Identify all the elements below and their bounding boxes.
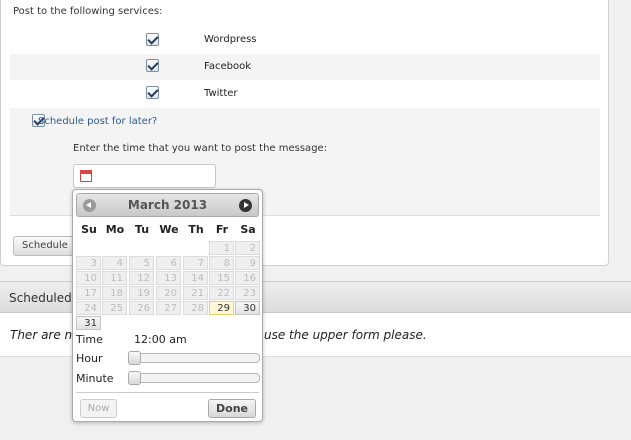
calendar-day: 5	[129, 256, 154, 270]
calendar-day: 12	[129, 271, 154, 285]
service-row-facebook: Facebook	[10, 54, 600, 80]
calendar-day: 17	[76, 286, 101, 300]
calendar-day: 9	[235, 256, 260, 270]
scheduled-heading: Scheduled	[9, 291, 72, 305]
calendar-day: 1	[209, 241, 234, 255]
calendar-day: 2	[235, 241, 260, 255]
weekday-header: Su	[81, 223, 97, 236]
month-title: March 2013	[127, 198, 208, 212]
facebook-checkbox[interactable]	[146, 59, 159, 72]
facebook-label: Facebook	[204, 61, 251, 72]
calendar-day: 26	[129, 301, 154, 315]
schedule-later-label[interactable]: Schedule post for later?	[38, 116, 157, 127]
calendar-day[interactable]: 31	[76, 316, 101, 330]
hour-slider[interactable]	[128, 351, 260, 365]
calendar-day: 25	[102, 301, 127, 315]
weekday-header: Th	[188, 223, 204, 236]
done-button[interactable]: Done	[208, 399, 256, 418]
calendar-day: 10	[76, 271, 101, 285]
weekday-header: Fr	[215, 223, 229, 236]
calendar-day: 22	[209, 286, 234, 300]
service-row-twitter: Twitter	[10, 81, 600, 107]
hour-label: Hour	[76, 352, 103, 365]
calendar-day: 19	[129, 286, 154, 300]
calendar-day: 4	[102, 256, 127, 270]
empty-message-end: use the upper form please.	[264, 328, 427, 342]
minute-label: Minute	[76, 372, 114, 385]
service-row-wordpress: Wordpress	[10, 27, 600, 53]
calendar-day: 20	[156, 286, 181, 300]
calendar-day: 13	[156, 271, 181, 285]
calendar-day: 14	[183, 271, 208, 285]
calendar-day: 18	[102, 286, 127, 300]
calendar-day: 23	[235, 286, 260, 300]
calendar-day: 21	[183, 286, 208, 300]
wordpress-label: Wordpress	[204, 34, 257, 45]
calendar-day: 7	[183, 256, 208, 270]
calendar-day: 3	[76, 256, 101, 270]
calendar-icon[interactable]	[80, 170, 92, 182]
now-button[interactable]: Now	[80, 399, 117, 418]
empty-message-start: Ther are no	[10, 328, 80, 342]
twitter-label: Twitter	[204, 88, 238, 99]
schedule-time-input[interactable]	[73, 164, 216, 188]
next-month-icon[interactable]	[239, 199, 252, 212]
calendar-day[interactable]: 29	[209, 301, 234, 315]
twitter-checkbox[interactable]	[146, 86, 159, 99]
calendar-day: 24	[76, 301, 101, 315]
weekday-header: Sa	[240, 223, 256, 236]
datepicker-divider	[76, 392, 259, 393]
calendar-day: 11	[102, 271, 127, 285]
datepicker-header: March 2013	[76, 193, 259, 217]
time-value: 12:00 am	[134, 333, 187, 346]
calendar-day: 16	[235, 271, 260, 285]
datetime-picker: March 2013 Su Mo Tu We Th Fr Sa 1 2 3 4 5 6 7 8 9 10 11 12…	[72, 189, 263, 422]
calendar-day: 6	[156, 256, 181, 270]
weekday-header: Mo	[105, 223, 125, 236]
calendar-day: 15	[209, 271, 234, 285]
wordpress-checkbox[interactable]	[146, 33, 159, 46]
calendar-day[interactable]: 30	[235, 301, 260, 315]
time-prompt: Enter the time that you want to post the…	[73, 143, 328, 154]
minute-slider[interactable]	[128, 371, 260, 385]
calendar-day: 8	[209, 256, 234, 270]
calendar-day: 27	[156, 301, 181, 315]
weekday-header: Tu	[134, 223, 150, 236]
weekday-header: We	[159, 223, 179, 236]
calendar-day: 28	[183, 301, 208, 315]
hour-slider-handle[interactable]	[128, 351, 141, 365]
minute-slider-handle[interactable]	[128, 371, 141, 385]
services-heading: Post to the following services:	[13, 6, 163, 17]
time-label: Time	[76, 333, 103, 346]
